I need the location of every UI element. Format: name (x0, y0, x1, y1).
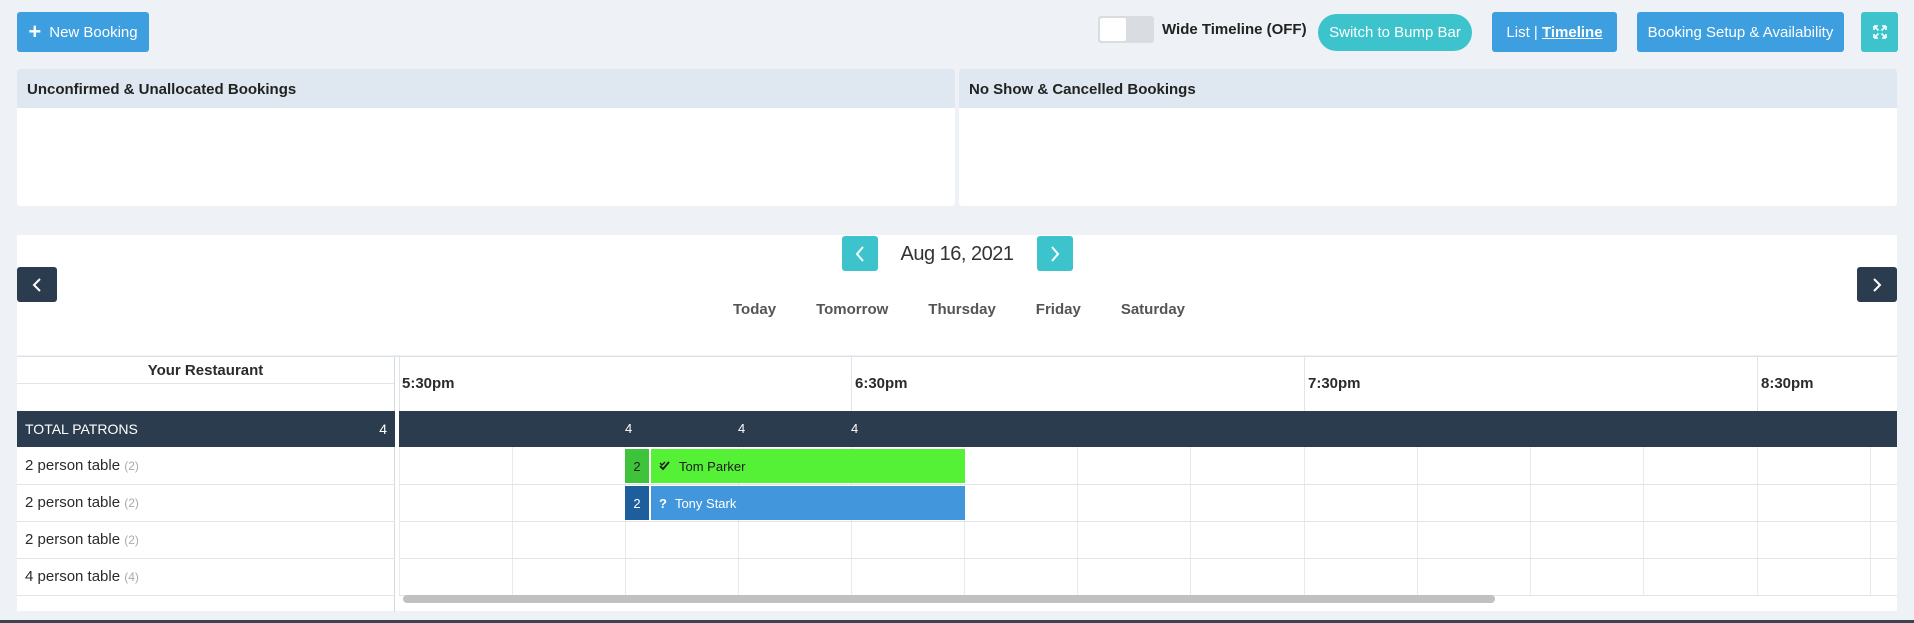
next-day-button[interactable] (1037, 236, 1073, 271)
noshow-panel-title: No Show & Cancelled Bookings (959, 69, 1897, 108)
unconfirmed-panel-title: Unconfirmed & Unallocated Bookings (17, 69, 955, 108)
slot-count: 4 (625, 421, 633, 436)
previous-day-button[interactable] (842, 236, 878, 271)
current-date[interactable]: Aug 16, 2021 (887, 243, 1027, 266)
time-label: 6:30pm (855, 375, 908, 392)
table-capacity: (4) (124, 570, 139, 584)
horizontal-scrollbar[interactable] (403, 595, 1495, 603)
table-capacity: (2) (124, 459, 139, 473)
table-list: Your Restaurant TOTAL PATRONS 4 2 person… (17, 357, 395, 612)
restaurant-name: Your Restaurant (17, 357, 394, 384)
timeline-area[interactable]: 5:30pm 6:30pm 7:30pm 8:30pm 4 4 4 2 Tom … (399, 357, 1897, 612)
guest-name: Tony Stark (674, 495, 737, 511)
table-capacity: (2) (124, 533, 139, 547)
table-label: 4 person table (25, 568, 121, 585)
chevron-right-icon (1873, 277, 1882, 292)
table-row[interactable]: 2 person table (2) (17, 485, 395, 522)
wide-timeline-toggle-group: Wide Timeline (OFF) (1098, 16, 1307, 43)
patron-count-bar: 4 4 4 (399, 411, 1897, 447)
day-shortcuts: Today Tomorrow Thursday Friday Saturday (733, 301, 1225, 318)
expand-icon (1872, 25, 1887, 39)
timeline-link[interactable]: Timeline (1542, 24, 1603, 41)
party-size: 2 (625, 449, 649, 483)
timeline-grid: Your Restaurant TOTAL PATRONS 4 2 person… (17, 356, 1897, 612)
day-tab-tomorrow[interactable]: Tomorrow (816, 301, 888, 318)
party-size: 2 (625, 486, 649, 520)
table-row[interactable]: 2 person table (2) (17, 522, 395, 559)
day-tab-friday[interactable]: Friday (1036, 301, 1081, 318)
switch-bump-bar-button[interactable]: Switch to Bump Bar (1318, 14, 1472, 51)
table-label: 2 person table (25, 531, 121, 548)
day-tab-today[interactable]: Today (733, 301, 776, 318)
timeline-scroll-right-button[interactable] (1857, 267, 1897, 302)
total-patrons-count: 4 (379, 421, 387, 437)
table-row[interactable]: 4 person table (4) (17, 559, 395, 596)
day-tab-thursday[interactable]: Thursday (928, 301, 996, 318)
day-tab-saturday[interactable]: Saturday (1121, 301, 1185, 318)
time-label: 5:30pm (402, 375, 455, 392)
table-label: 2 person table (25, 494, 121, 511)
new-booking-label: New Booking (49, 23, 138, 41)
slot-count: 4 (738, 421, 746, 436)
table-row[interactable]: 2 person table (2) (17, 448, 395, 485)
chevron-left-icon (855, 245, 864, 262)
total-patrons-row: TOTAL PATRONS 4 (17, 411, 395, 447)
list-link[interactable]: List (1506, 24, 1529, 41)
date-navigation: Aug 16, 2021 Today Tomorrow Thursday Fri… (17, 235, 1897, 355)
booking-name-cell: ? Tony Stark (651, 486, 965, 520)
guest-name: Tom Parker (679, 458, 746, 474)
question-icon: ? (659, 495, 667, 511)
time-label: 7:30pm (1308, 375, 1361, 392)
check-double-icon (659, 461, 670, 471)
booking-tony-stark[interactable]: 2 ? Tony Stark (625, 486, 965, 520)
booking-name-cell: Tom Parker (651, 449, 965, 483)
wide-timeline-label: Wide Timeline (OFF) (1162, 21, 1307, 38)
chevron-left-icon (32, 277, 41, 292)
wide-timeline-toggle[interactable] (1098, 16, 1154, 43)
table-label: 2 person table (25, 457, 121, 474)
separator: | (1529, 23, 1542, 41)
chevron-right-icon (1051, 245, 1060, 262)
fullscreen-button[interactable] (1861, 12, 1898, 52)
noshow-panel: No Show & Cancelled Bookings (959, 69, 1897, 206)
time-label: 8:30pm (1761, 375, 1814, 392)
timeline-scroll-left-button[interactable] (17, 267, 57, 302)
slot-count: 4 (851, 421, 859, 436)
table-capacity: (2) (124, 496, 139, 510)
booking-tom-parker[interactable]: 2 Tom Parker (625, 449, 965, 483)
new-booking-button[interactable]: + New Booking (17, 12, 149, 52)
time-header: 5:30pm 6:30pm 7:30pm 8:30pm (399, 357, 1897, 411)
plus-icon: + (28, 19, 42, 44)
total-patrons-label: TOTAL PATRONS (25, 421, 138, 437)
booking-setup-button[interactable]: Booking Setup & Availability (1637, 12, 1844, 52)
unconfirmed-panel: Unconfirmed & Unallocated Bookings (17, 69, 955, 206)
list-timeline-switch[interactable]: List | Timeline (1492, 12, 1617, 52)
